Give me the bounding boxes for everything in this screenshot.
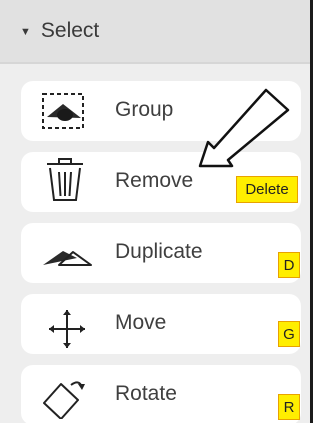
group-label: Group <box>115 98 174 121</box>
select-section-header[interactable]: ▼ Select <box>0 0 310 64</box>
triangle-down-icon[interactable]: ▼ <box>20 26 31 38</box>
move-label: Move <box>115 311 167 334</box>
duplicate-shortcut-badge: D <box>278 252 300 278</box>
move-shortcut-badge: G <box>278 321 300 347</box>
group-button[interactable]: Group <box>21 81 301 141</box>
rotate-label: Rotate <box>115 382 177 405</box>
move-arrows-icon <box>35 298 95 348</box>
move-button[interactable]: Move <box>21 294 301 354</box>
remove-shortcut-badge: Delete <box>236 176 298 203</box>
duplicate-label: Duplicate <box>115 240 203 263</box>
rotate-icon <box>35 369 95 420</box>
trash-icon <box>35 156 95 206</box>
tool-panel: ▼ Select Group Remove Delete Duplicate D… <box>0 0 313 425</box>
rotate-shortcut-badge: R <box>278 394 300 420</box>
rotate-button[interactable]: Rotate <box>21 365 301 425</box>
remove-label: Remove <box>115 169 194 192</box>
group-icon <box>35 85 95 135</box>
section-title: Select <box>40 19 100 42</box>
duplicate-icon <box>35 227 95 277</box>
duplicate-button[interactable]: Duplicate <box>21 223 301 283</box>
